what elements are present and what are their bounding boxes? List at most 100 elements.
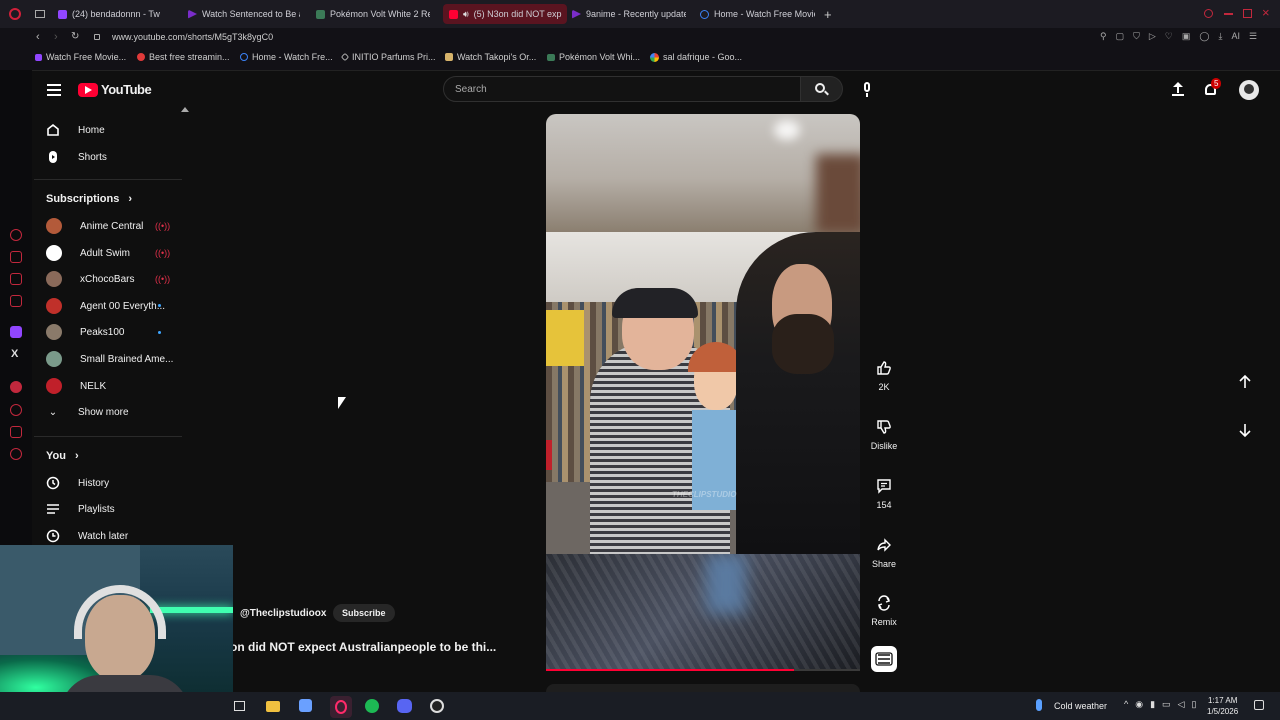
bookmark-item[interactable]: INITIO Parfums Pri... (340, 52, 436, 62)
new-tab-button[interactable]: + (824, 7, 832, 22)
maximize-button[interactable] (1243, 9, 1252, 18)
heart-icon[interactable]: ♡ (1165, 31, 1173, 42)
show-more-button[interactable]: ⌄ Show more (46, 403, 129, 421)
minimize-button[interactable] (1224, 13, 1233, 15)
bookmark-item[interactable]: Pokémon Volt Whi... (547, 52, 640, 62)
comments-button[interactable]: 154 (864, 478, 904, 510)
spotify-sidebar-icon[interactable] (10, 381, 22, 393)
speaker-icon[interactable]: 🔊︎ (463, 9, 469, 20)
spotify-icon[interactable] (365, 699, 379, 713)
bookmark-item[interactable]: Best free streamin... (137, 52, 230, 62)
player-icon[interactable]: ▷ (1149, 31, 1156, 42)
network-icon[interactable]: ▭ (1162, 699, 1171, 710)
dislike-button[interactable]: Dislike (864, 419, 904, 451)
tray-icons[interactable]: ^ ◉ ▮ ▭ ◁ ▯ (1124, 699, 1196, 710)
clock-date[interactable]: 1/5/2026 (1207, 707, 1238, 716)
subscription-agent-00[interactable]: Agent 00 Everyth... (46, 297, 165, 315)
speed-dial-icon[interactable] (10, 229, 22, 241)
tab-sentenced[interactable]: Watch Sentenced to Be a (188, 4, 300, 24)
next-short-button[interactable] (1237, 422, 1253, 438)
youtube-logo[interactable]: YouTube (78, 82, 152, 97)
url-field[interactable]: www.youtube.com/shorts/M5gT3k8ygC0 (112, 32, 273, 42)
ai-icon[interactable]: AI (1231, 31, 1240, 42)
you-heading[interactable]: You › (46, 450, 79, 462)
subscribe-button[interactable]: Subscribe (333, 604, 395, 622)
subscription-nelk[interactable]: NELK (46, 377, 106, 395)
extensions-sidebar-icon[interactable] (10, 426, 22, 438)
search-tabs-icon[interactable] (1204, 9, 1213, 18)
short-title[interactable]: on did NOT expect Australianpeople to be… (230, 640, 496, 654)
weather-text[interactable]: Cold weather (1054, 701, 1107, 711)
sidebar-item-watch-later[interactable]: Watch later (46, 527, 128, 545)
gx-control-icon[interactable] (10, 251, 22, 263)
tab-youtube-active[interactable]: 🔊︎ (5) N3on did NOT exp (443, 4, 567, 24)
like-button[interactable]: 2K (864, 360, 904, 392)
video-progress-track[interactable] (546, 669, 860, 671)
battery-icon[interactable]: ▯ (1191, 699, 1196, 710)
wallet-icon[interactable]: ▣ (1182, 31, 1191, 42)
menu-icon[interactable]: ☰ (1249, 31, 1257, 42)
sidebar-item-home[interactable]: Home (46, 121, 105, 139)
opera-gx-taskbar-icon[interactable] (330, 696, 352, 718)
subscription-small-brained[interactable]: Small Brained Ame... (46, 350, 173, 368)
clock-time[interactable]: 1:17 AM (1208, 696, 1237, 705)
sound-thumbnail-button[interactable] (871, 646, 897, 672)
history-sidebar-icon[interactable] (10, 404, 22, 416)
shield-icon[interactable]: ⛉ (1133, 31, 1140, 42)
short-video-player[interactable]: THECLIPSTUDIO (546, 232, 860, 554)
discord-icon[interactable] (397, 699, 412, 713)
gx-corner-icon[interactable] (10, 273, 22, 285)
settings-sidebar-icon[interactable] (10, 448, 22, 460)
snapshot-icon[interactable]: ▢ (1116, 31, 1125, 42)
bookmark-item[interactable]: Watch Takopi's Or... (445, 52, 536, 62)
bookmark-item[interactable]: Home - Watch Fre... (240, 52, 333, 62)
share-button[interactable]: Share (864, 537, 904, 569)
store-icon[interactable] (299, 699, 312, 712)
sidebar-item-history[interactable]: History (46, 474, 109, 492)
reload-icon[interactable]: ↻ (71, 31, 79, 42)
notification-center-icon[interactable] (1254, 700, 1264, 710)
toolbar-icons[interactable]: ⚲ ▢ ⛉ ▷ ♡ ▣ ◯ ⤓ AI ☰ (1100, 31, 1257, 42)
twitch-sidebar-icon[interactable] (10, 326, 22, 338)
task-view-icon[interactable] (234, 701, 245, 711)
search-input[interactable]: Search (455, 84, 487, 95)
search-button[interactable] (801, 76, 843, 102)
bookmark-item[interactable]: Watch Free Movie... (35, 52, 126, 62)
notifications-button[interactable]: 5 (1203, 78, 1222, 98)
subscriptions-heading[interactable]: Subscriptions › (46, 193, 132, 205)
chevron-up-icon[interactable]: ^ (1124, 699, 1128, 710)
remix-button[interactable]: Remix (864, 595, 904, 627)
camera-icon[interactable]: ◉ (1135, 699, 1143, 710)
voice-search-button[interactable] (855, 78, 879, 102)
bookmark-item[interactable]: sal dafrique - Goo... (650, 52, 742, 62)
obs-icon[interactable] (430, 699, 444, 713)
subscription-adult-swim[interactable]: Adult Swim (46, 244, 130, 262)
create-upload-icon[interactable] (1172, 82, 1184, 96)
messenger-icon[interactable] (10, 295, 22, 307)
tab-home-movies[interactable]: Home - Watch Free Movie (700, 4, 815, 24)
sidebar-item-playlists[interactable]: Playlists (46, 500, 115, 518)
subscription-xchocobars[interactable]: xChocoBars (46, 270, 134, 288)
channel-handle[interactable]: @Theclipstudioox (240, 608, 326, 619)
weather-icon[interactable] (1036, 699, 1042, 711)
pin-icon[interactable]: ⚲ (1100, 31, 1107, 42)
download-icon[interactable]: ⤓ (1218, 31, 1222, 42)
mic-icon[interactable]: ▮ (1150, 699, 1155, 710)
file-explorer-icon[interactable] (266, 701, 280, 712)
sidebar-item-shorts[interactable]: Shorts (46, 148, 107, 166)
previous-short-button[interactable] (1237, 374, 1253, 390)
x-sidebar-icon[interactable]: X (11, 348, 18, 360)
tab-pokemon[interactable]: Pokémon Volt White 2 Re (316, 4, 430, 24)
next-short-preview[interactable] (546, 554, 860, 670)
tab-manager-icon[interactable] (35, 10, 45, 18)
subscription-peaks100[interactable]: Peaks100 (46, 323, 124, 341)
previous-short-preview[interactable] (546, 114, 860, 232)
subscription-anime-central[interactable]: Anime Central (46, 217, 143, 235)
search-box[interactable]: Search (443, 76, 801, 102)
tab-9anime[interactable]: 9anime - Recently update (572, 4, 686, 24)
tab-twitch[interactable]: (24) bendadonnn - Tw (58, 4, 176, 24)
back-icon[interactable]: ‹ (36, 31, 40, 43)
forward-icon[interactable]: › (54, 31, 58, 43)
hamburger-menu-icon[interactable] (47, 84, 61, 96)
close-window-button[interactable]: × (1262, 5, 1270, 20)
